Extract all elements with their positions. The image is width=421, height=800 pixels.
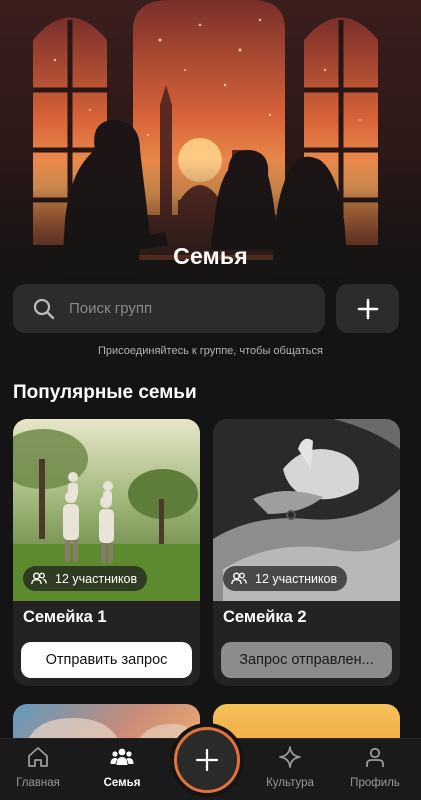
search-input[interactable]: [69, 300, 289, 317]
section-title: Популярные семьи: [13, 382, 197, 403]
family-name: Семейка 2: [223, 608, 307, 626]
home-icon: [28, 747, 48, 767]
members-count: 12 участников: [55, 571, 138, 586]
nav-profile[interactable]: Профиль: [340, 739, 410, 800]
members-count: 12 участников: [255, 571, 338, 586]
page-title: Семья: [173, 243, 248, 269]
family-card[interactable]: 12 участников Семейка 2 Запрос отправлен…: [213, 419, 400, 686]
nav-label: Профиль: [350, 777, 400, 789]
nav-home[interactable]: Главная: [3, 739, 73, 800]
search-bar[interactable]: [13, 284, 325, 333]
family-icon: [110, 748, 134, 765]
members-badge: 12 участников: [23, 566, 148, 591]
users-icon: [231, 572, 247, 585]
join-hint: Присоединяйтесь к группе, чтобы общаться: [98, 345, 323, 357]
nav-family[interactable]: Семья: [87, 739, 157, 800]
sparkle-icon: [279, 746, 301, 768]
add-group-button[interactable]: [336, 284, 399, 333]
nav-label: Культура: [266, 777, 314, 789]
hero-banner: Семья: [0, 0, 421, 330]
nav-culture[interactable]: Культура: [255, 739, 325, 800]
create-button[interactable]: [174, 727, 240, 793]
plus-icon: [357, 298, 378, 319]
request-sent-button[interactable]: Запрос отправлен...: [221, 642, 392, 678]
members-badge: 12 участников: [223, 566, 348, 591]
family-name: Семейка 1: [23, 608, 107, 626]
nav-label: Главная: [16, 777, 60, 789]
family-card[interactable]: 12 участников Семейка 1 Отправить запрос: [13, 419, 200, 686]
plus-icon: [195, 748, 219, 772]
users-icon: [31, 572, 47, 585]
nav-label: Семья: [103, 777, 141, 789]
send-request-button[interactable]: Отправить запрос: [21, 642, 192, 678]
profile-icon: [366, 747, 384, 767]
search-icon: [33, 298, 55, 319]
